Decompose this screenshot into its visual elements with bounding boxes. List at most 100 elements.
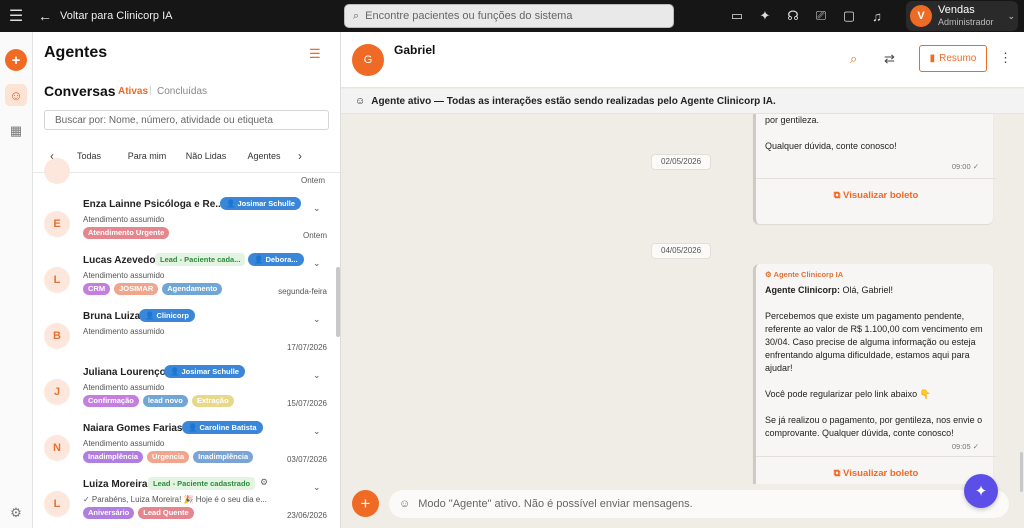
filter-unread[interactable]: Não Lidas xyxy=(176,151,236,161)
headset-icon[interactable]: ☊ xyxy=(786,8,800,24)
bot-icon: ⚙ xyxy=(260,477,269,487)
contact-avatar[interactable]: G xyxy=(352,44,384,76)
agent-label: ⚙ Agente Clinicorp IA xyxy=(765,270,844,279)
video-camera-icon[interactable]: ▭ xyxy=(730,8,744,24)
conversation-item[interactable]: E Enza Lainne Psicóloga e Re... 👤 Josima… xyxy=(33,197,340,255)
conversation-item[interactable]: N Naiara Gomes Farias 👤 Caroline Batista… xyxy=(33,421,340,479)
conversation-item[interactable]: L Luiza Moreira Lead - Paciente cadastra… xyxy=(33,477,340,528)
avatar: L xyxy=(44,491,70,517)
lead-status-badge: Lead - Paciente cadastrado xyxy=(148,477,256,490)
conversation-item[interactable]: J Juliana Lourenço 👤 Josimar Schulle ⌄ A… xyxy=(33,365,340,423)
new-conversation-icon[interactable]: + xyxy=(5,49,27,71)
view-invoice-link[interactable]: ⧉ Visualizar boleto xyxy=(756,190,996,201)
top-bar: ☰ ← Voltar para Clinicorp IA ⌕ Encontre … xyxy=(0,0,1024,32)
contact-name: Bruna Luiza xyxy=(83,311,141,322)
filter-all[interactable]: Todas xyxy=(60,151,118,161)
contact-name: Juliana Lourenço xyxy=(83,367,166,378)
assignee-badge: 👤 Caroline Batista xyxy=(182,421,263,434)
search-icon[interactable]: ⌕ xyxy=(850,51,857,67)
tag: Urgencia xyxy=(147,451,190,463)
message-input[interactable]: ☺ Modo "Agente" ativo. Não é possível en… xyxy=(389,490,1009,518)
conversation-item[interactable]: L Lucas Azevedo Lead - Paciente cada... … xyxy=(33,253,340,311)
tag: Extração xyxy=(191,395,234,407)
checklist-icon[interactable]: ☰ xyxy=(309,46,321,62)
chevron-down-icon[interactable]: ⌄ xyxy=(313,370,321,381)
tab-separator: | xyxy=(149,85,152,96)
more-vertical-icon[interactable]: ⋮ xyxy=(999,50,1012,66)
date-separator: 04/05/2026 xyxy=(651,243,712,259)
assignee-name: Debora... xyxy=(265,255,298,264)
chat-bubble-icon[interactable]: ▢ xyxy=(842,8,856,24)
conversation-date: 23/06/2026 xyxy=(286,511,327,520)
scrollbar[interactable] xyxy=(1020,452,1023,492)
bell-icon[interactable]: ♫ xyxy=(870,9,884,24)
tag: Inadimplência xyxy=(193,451,254,463)
conversation-date: Ontem xyxy=(301,176,326,185)
message-sender: Agente Clinicorp: xyxy=(765,285,841,295)
last-message-preview: ✓ Parabéns, Luiza Moreira! 🎉 Hoje é o se… xyxy=(83,495,267,504)
message-bubble: por gentileza. Qualquer dúvida, conte co… xyxy=(753,114,996,224)
add-attachment-button[interactable]: + xyxy=(352,490,379,517)
ai-assistant-button[interactable]: ✦ xyxy=(964,474,998,508)
hamburger-menu-icon[interactable]: ☰ xyxy=(0,0,32,32)
bar-chart-icon: ▮ xyxy=(929,53,936,64)
chevron-down-icon[interactable]: ⌄ xyxy=(313,426,321,437)
external-link-icon: ⧉ xyxy=(833,468,841,479)
assignee-badge: 👤 Clinicorp xyxy=(139,309,195,322)
chevron-down-icon[interactable]: ⌄ xyxy=(313,203,321,214)
filter-mine[interactable]: Para mim xyxy=(118,151,176,161)
conversation-date: Ontem xyxy=(302,231,327,240)
message-time: 09:00 ✓ xyxy=(951,162,979,171)
tag: Aniversário xyxy=(83,507,135,519)
global-search-input[interactable]: ⌕ Encontre pacientes ou funções do siste… xyxy=(344,4,674,28)
assignee-name: Caroline Batista xyxy=(199,423,257,432)
emoji-icon[interactable]: ☺ xyxy=(399,498,410,510)
filter-agents[interactable]: Agentes xyxy=(236,151,292,161)
conversation-item[interactable]: B Bruna Luiza 👤 Clinicorp ⌄ Atendimento … xyxy=(33,309,340,367)
assignee-badge: 👤 Debora... xyxy=(248,253,304,266)
filter-bar: ‹ Todas Para mim Não Lidas Agentes › xyxy=(44,146,334,166)
view-invoice-link[interactable]: ⧉ Visualizar boleto xyxy=(756,468,996,479)
contact-name[interactable]: Gabriel xyxy=(394,43,435,57)
arrow-left-icon: ← xyxy=(38,8,52,24)
conversation-status: Atendimento assumido xyxy=(83,383,165,392)
contact-name: Enza Lainne Psicóloga e Re... xyxy=(83,199,224,210)
tag: Agendamento xyxy=(162,283,223,295)
agent-name: Agente Clinicorp IA xyxy=(773,270,844,279)
back-link[interactable]: ← Voltar para Clinicorp IA xyxy=(38,8,173,24)
conversation-date: 15/07/2026 xyxy=(286,399,327,408)
chevron-down-icon[interactable]: ⌄ xyxy=(313,482,321,493)
tv-icon[interactable]: ⎚ xyxy=(814,8,828,24)
chevron-down-icon[interactable]: ⌄ xyxy=(313,258,321,269)
gear-icon[interactable]: ⚙ xyxy=(5,502,27,524)
conversation-search-input[interactable]: Buscar por: Nome, número, atividade ou e… xyxy=(44,110,329,130)
conversations-title: Conversas xyxy=(44,83,116,99)
transfer-icon[interactable]: ⇄ xyxy=(884,51,895,67)
chevron-right-icon[interactable]: › xyxy=(292,149,308,163)
summary-button[interactable]: ▮ Resumo xyxy=(919,45,987,72)
divider xyxy=(756,178,996,179)
sparkle-icon[interactable]: ✦ xyxy=(758,8,772,24)
assignee-badge: 👤 Josimar Schulle xyxy=(220,197,301,210)
conversation-list-panel: Agentes ☰ Conversas Ativas | Concluídas … xyxy=(33,32,341,528)
avatar: J xyxy=(44,379,70,405)
avatar: E xyxy=(44,211,70,237)
date-separator: 02/05/2026 xyxy=(651,154,712,170)
back-label: Voltar para Clinicorp IA xyxy=(60,10,173,22)
tag: Confirmação xyxy=(83,395,139,407)
conversation-status: Atendimento assumido xyxy=(83,215,165,224)
tab-done[interactable]: Concluídas xyxy=(157,86,207,97)
user-menu[interactable]: V Vendas Administrador ⌄ xyxy=(906,1,1018,31)
assignee-name: Clinicorp xyxy=(156,311,189,320)
scrollbar[interactable] xyxy=(336,267,340,337)
tag: Lead Quente xyxy=(138,507,194,519)
avatar xyxy=(44,158,70,184)
chevron-down-icon[interactable]: ⌄ xyxy=(313,314,321,325)
tab-active[interactable]: Ativas xyxy=(118,86,148,97)
grid-icon[interactable]: ▦ xyxy=(5,120,27,142)
external-link-icon: ⧉ xyxy=(833,190,841,201)
robot-icon[interactable]: ☺ xyxy=(5,84,27,106)
conversation-status: Atendimento assumido xyxy=(83,327,165,336)
chevron-down-icon: ⌄ xyxy=(1007,10,1016,21)
avatar: B xyxy=(44,323,70,349)
